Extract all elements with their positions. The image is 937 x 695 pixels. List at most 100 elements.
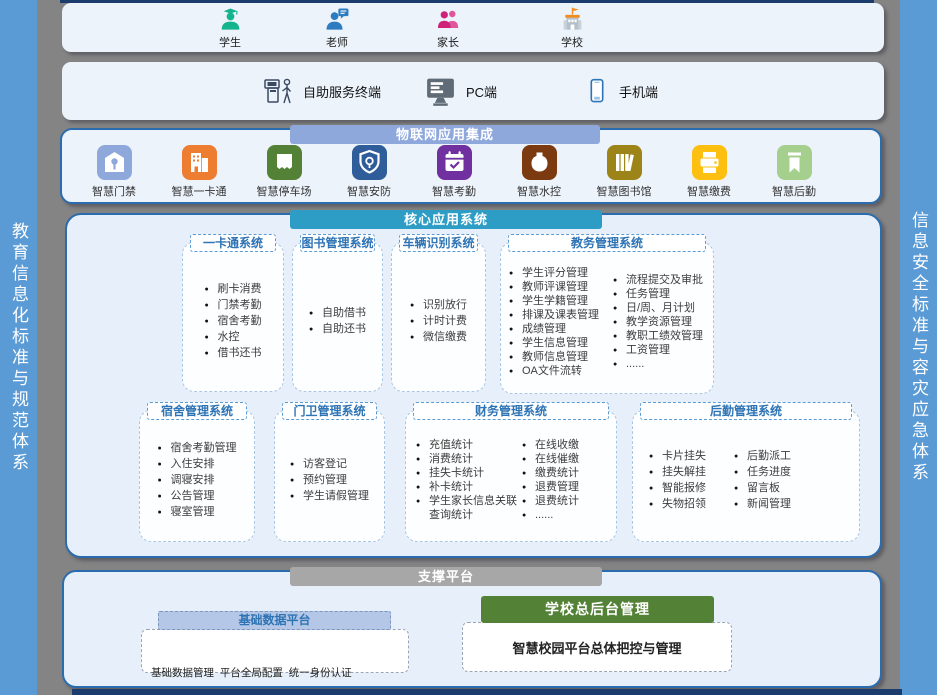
list-item: 退费管理: [522, 480, 614, 494]
system-dormitory: 宿舍管理系统 宿舍考勤管理入住安排调寝安排公告管理寝室管理: [139, 410, 255, 542]
list-item: ......: [522, 508, 614, 522]
list-item: 缴费统计: [522, 466, 614, 480]
device-mobile: 手机端: [584, 62, 658, 120]
device-kiosk: 自助服务终端: [262, 62, 381, 120]
role-school-label: 学校: [561, 34, 583, 50]
list-item: 工资管理: [613, 343, 713, 357]
iot-access-control: 智慧门禁: [78, 145, 150, 199]
list-item: 教师信息管理: [509, 350, 613, 364]
device-kiosk-label: 自助服务终端: [303, 82, 381, 101]
list-item: OA文件流转: [509, 364, 613, 378]
iot-integration-panel: 物联网应用集成 智慧门禁: [60, 128, 882, 204]
list-item: 宿舍考勤: [205, 313, 262, 329]
access-devices-panel: 自助服务终端 PC端 手机端: [62, 62, 884, 120]
support-platform-panel: 支撑平台 基础数据平台 基础数据管理 平台全局配置 统一身份认证 用户账户与权限…: [62, 570, 882, 688]
system-finance: 财务管理系统 充值统计消费统计挂失卡统计补卡统计学生家长信息关联查询统计 在线收…: [405, 410, 617, 542]
system-vehicle-title: 车辆识别系统: [399, 234, 478, 252]
list-item: 智能报修: [649, 480, 706, 496]
iot-header: 物联网应用集成: [290, 125, 600, 144]
water-control-icon: [522, 145, 557, 180]
base-data-platform-content: 基础数据管理 平台全局配置 统一身份认证 用户账户与权限管理 单点登录: [142, 630, 408, 695]
list-item: 入住安排: [158, 456, 237, 472]
list-item: 退费统计: [522, 494, 614, 508]
list-item: 借书还书: [205, 345, 262, 361]
iot-parking: 智慧停车场: [248, 145, 320, 199]
system-vehicle: 车辆识别系统 识别放行计时计费微信缴费: [391, 242, 486, 392]
list-item: 自助还书: [309, 321, 366, 337]
list-item: 卡片挂失: [649, 448, 706, 464]
base-data-platform-box: 基础数据平台 基础数据管理 平台全局配置 统一身份认证 用户账户与权限管理 单点…: [141, 629, 409, 673]
role-teacher: 老师: [292, 6, 382, 50]
smart-campus-architecture-diagram: 教育信息化标准与规范体系 信息安全标准与容灾应急体系 学生 老师: [0, 0, 937, 695]
security-shield-icon: [352, 145, 387, 180]
pc-monitor-icon: [424, 75, 457, 108]
iot-icon-row: 智慧门禁 智慧一卡通: [62, 145, 880, 199]
list-item: 门禁考勤: [205, 297, 262, 313]
list-item: 识别放行: [410, 297, 467, 313]
list-item: 访客登记: [290, 456, 369, 472]
bottom-accent-bar: [72, 689, 902, 695]
list-item: 学生请假管理: [290, 488, 369, 504]
student-icon: [217, 6, 244, 33]
school-backend-title: 学校总后台管理: [481, 596, 714, 623]
left-standard-bar: 教育信息化标准与规范体系: [0, 0, 37, 695]
list-item: 寝室管理: [158, 504, 237, 520]
teacher-icon: [324, 6, 351, 33]
right-standard-label: 信息安全标准与容灾应急体系: [906, 211, 931, 484]
list-item: 调寝安排: [158, 472, 237, 488]
list-item: 后勤派工: [734, 448, 791, 464]
core-systems-panel: 核心应用系统 一卡通系统 刷卡消费门禁考勤宿舍考勤水控借书还书 图书管理系统 自…: [65, 213, 882, 558]
list-item: 挂失卡统计: [416, 466, 522, 480]
system-gatekeeper-title: 门卫管理系统: [282, 402, 377, 420]
core-header: 核心应用系统: [290, 210, 602, 229]
system-library-title: 图书管理系统: [300, 234, 375, 252]
system-onecard-title: 一卡通系统: [190, 234, 276, 252]
list-item: 在线收缴: [522, 438, 614, 452]
iot-attendance: 智慧考勤: [418, 145, 490, 199]
iot-logistics: 智慧后勤: [758, 145, 830, 199]
list-item: 消费统计: [416, 452, 522, 466]
parking-icon: [267, 145, 302, 180]
list-item: 成绩管理: [509, 322, 613, 336]
role-parent-label: 家长: [437, 34, 459, 50]
list-item: 公告管理: [158, 488, 237, 504]
list-item: 充值统计: [416, 438, 522, 452]
list-item: 任务管理: [613, 287, 713, 301]
system-finance-title: 财务管理系统: [413, 402, 609, 420]
phone-icon: [584, 75, 610, 107]
role-teacher-label: 老师: [326, 34, 348, 50]
iot-onecard: 智慧一卡通: [163, 145, 235, 199]
right-standard-bar: 信息安全标准与容灾应急体系: [900, 0, 937, 695]
iot-payment: 智慧缴费: [673, 145, 745, 199]
list-item: 教师评课管理: [509, 280, 613, 294]
base-data-platform-title: 基础数据平台: [158, 611, 391, 630]
logistics-ribbon-icon: [777, 145, 812, 180]
system-logistics-title: 后勤管理系统: [640, 402, 852, 420]
school-backend-content: 智慧校园平台总体把控与管理: [463, 623, 731, 671]
role-student-label: 学生: [219, 34, 241, 50]
list-item: 补卡统计: [416, 480, 522, 494]
role-student: 学生: [185, 6, 275, 50]
kiosk-icon: [262, 74, 294, 108]
list-item: 学生学籍管理: [509, 294, 613, 308]
parents-icon: [435, 6, 462, 33]
list-item: 教学资源管理: [613, 315, 713, 329]
list-item: 宿舍考勤管理: [158, 440, 237, 456]
device-pc-label: PC端: [466, 82, 497, 101]
list-item: 挂失解挂: [649, 464, 706, 480]
library-books-icon: [607, 145, 642, 180]
system-gatekeeper: 门卫管理系统 访客登记预约管理学生请假管理: [274, 410, 385, 542]
list-item: 学生家长信息关联查询统计: [416, 494, 522, 522]
list-item: 自助借书: [309, 305, 366, 321]
payment-terminal-icon: [692, 145, 727, 180]
iot-security: 智慧安防: [333, 145, 405, 199]
access-control-icon: [97, 145, 132, 180]
system-onecard: 一卡通系统 刷卡消费门禁考勤宿舍考勤水控借书还书: [182, 242, 284, 392]
user-roles-panel: 学生 老师 家长: [62, 3, 884, 52]
list-item: 预约管理: [290, 472, 369, 488]
onecard-icon: [182, 145, 217, 180]
list-item: 失物招领: [649, 496, 706, 512]
list-item: 排课及课表管理: [509, 308, 613, 322]
system-library: 图书管理系统 自助借书自助还书: [292, 242, 383, 392]
list-item: 任务进度: [734, 464, 791, 480]
